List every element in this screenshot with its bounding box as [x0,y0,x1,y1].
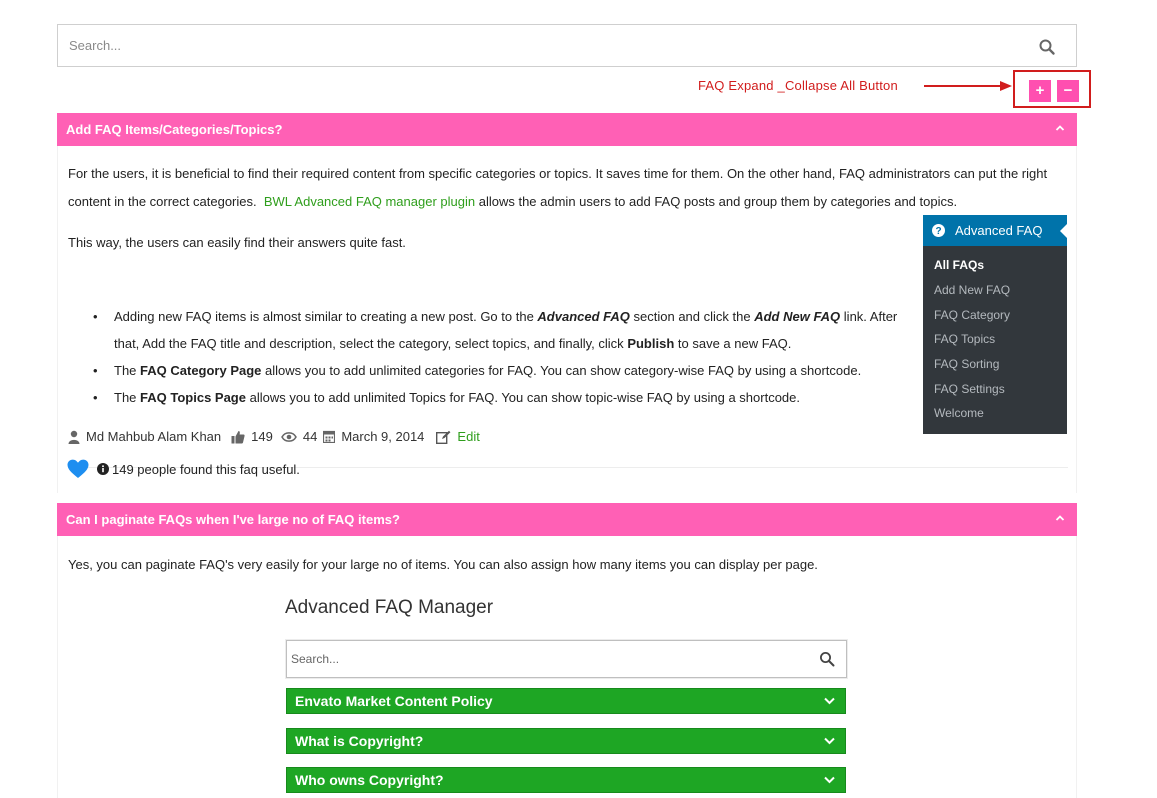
faq-title-1: Add FAQ Items/Categories/Topics? [66,122,283,137]
faq1-meta: Md Mahbub Alam Khan 149 44 March 9, 2014… [68,429,480,444]
search-input[interactable]: Search... [57,24,1077,67]
screenshot-faq-row: Envato Market Content Policy [286,688,846,714]
list-item: The FAQ Topics Page allows you to add un… [93,384,934,411]
wp-menu-item-welcome: Welcome [934,406,984,420]
screenshot-search-placeholder: Search... [291,652,340,666]
faq-title-2: Can I paginate FAQs when I've large no o… [66,512,400,527]
likes-count: 149 [251,429,273,444]
collapse-all-button[interactable]: − [1057,80,1079,102]
screenshot-title: Advanced FAQ Manager [285,597,494,618]
eye-icon [280,431,297,442]
chevron-up-icon [1055,515,1065,521]
expand-collapse-highlight: + − [1013,70,1091,108]
screenshot-faq-row: What is Copyright? [286,728,846,754]
wp-menu-item-faq-sorting: FAQ Sorting [934,357,1000,371]
svg-text:?: ? [935,226,941,237]
chevron-down-icon [824,697,835,705]
faq2-paragraph: Yes, you can paginate FAQ's very easily … [68,557,818,572]
heart-icon[interactable] [67,459,89,479]
wp-menu-item-faq-settings: FAQ Settings [934,382,1005,396]
thumbs-up-icon[interactable] [231,430,245,444]
chevron-up-icon [1055,125,1065,131]
faq-header-2[interactable]: Can I paginate FAQs when I've large no o… [57,503,1077,536]
wp-menu-item-faq-topics: FAQ Topics [934,332,996,346]
faq1-feedback: 149 people found this faq useful. [67,459,300,479]
edit-link[interactable]: Edit [457,429,479,444]
faq1-bullet-list: Adding new FAQ items is almost similar t… [93,303,934,411]
list-item: Adding new FAQ items is almost similar t… [93,303,934,357]
edit-icon[interactable] [436,430,451,444]
wp-menu-item-faq-category: FAQ Category [934,308,1011,322]
wp-menu-header: ? Advanced FAQ [923,215,1068,246]
search-icon [820,652,835,667]
screenshot-search-box: Search... [286,640,847,678]
info-icon [97,463,109,475]
expand-all-button[interactable]: + [1029,80,1051,102]
annotation-label: FAQ Expand _Collapse All Button [698,78,898,93]
wp-menu-item-add-new-faq: Add New FAQ [934,283,1011,297]
faq1-paragraph-2: This way, the users can easily find thei… [68,235,406,250]
faq-header-1[interactable]: Add FAQ Items/Categories/Topics? [57,113,1077,146]
wp-menu-title: Advanced FAQ [955,223,1043,238]
useful-text: 149 people found this faq useful. [112,461,300,477]
screenshot-faq-row: Who owns Copyright? [286,767,846,793]
calendar-icon [323,430,336,443]
chevron-down-icon [824,737,835,745]
help-icon: ? [932,224,945,237]
search-placeholder: Search... [69,38,122,53]
wp-admin-menu-image: ? Advanced FAQ All FAQs Add New FAQ FAQ … [923,215,1068,434]
search-icon[interactable] [1038,38,1056,56]
wp-menu-pointer [1060,223,1068,239]
chevron-down-icon [824,776,835,784]
post-date: March 9, 2014 [341,429,425,444]
views-count: 44 [302,429,318,444]
plugin-link[interactable]: BWL Advanced FAQ manager plugin [264,194,475,209]
annotation-arrow [924,81,1012,91]
user-icon [68,430,80,444]
faq1-paragraph-1: For the users, it is beneficial to find … [68,166,1048,209]
wp-menu-item-all-faqs: All FAQs [934,258,985,272]
list-item: The FAQ Category Page allows you to add … [93,357,934,384]
author-name: Md Mahbub Alam Khan [86,429,222,444]
